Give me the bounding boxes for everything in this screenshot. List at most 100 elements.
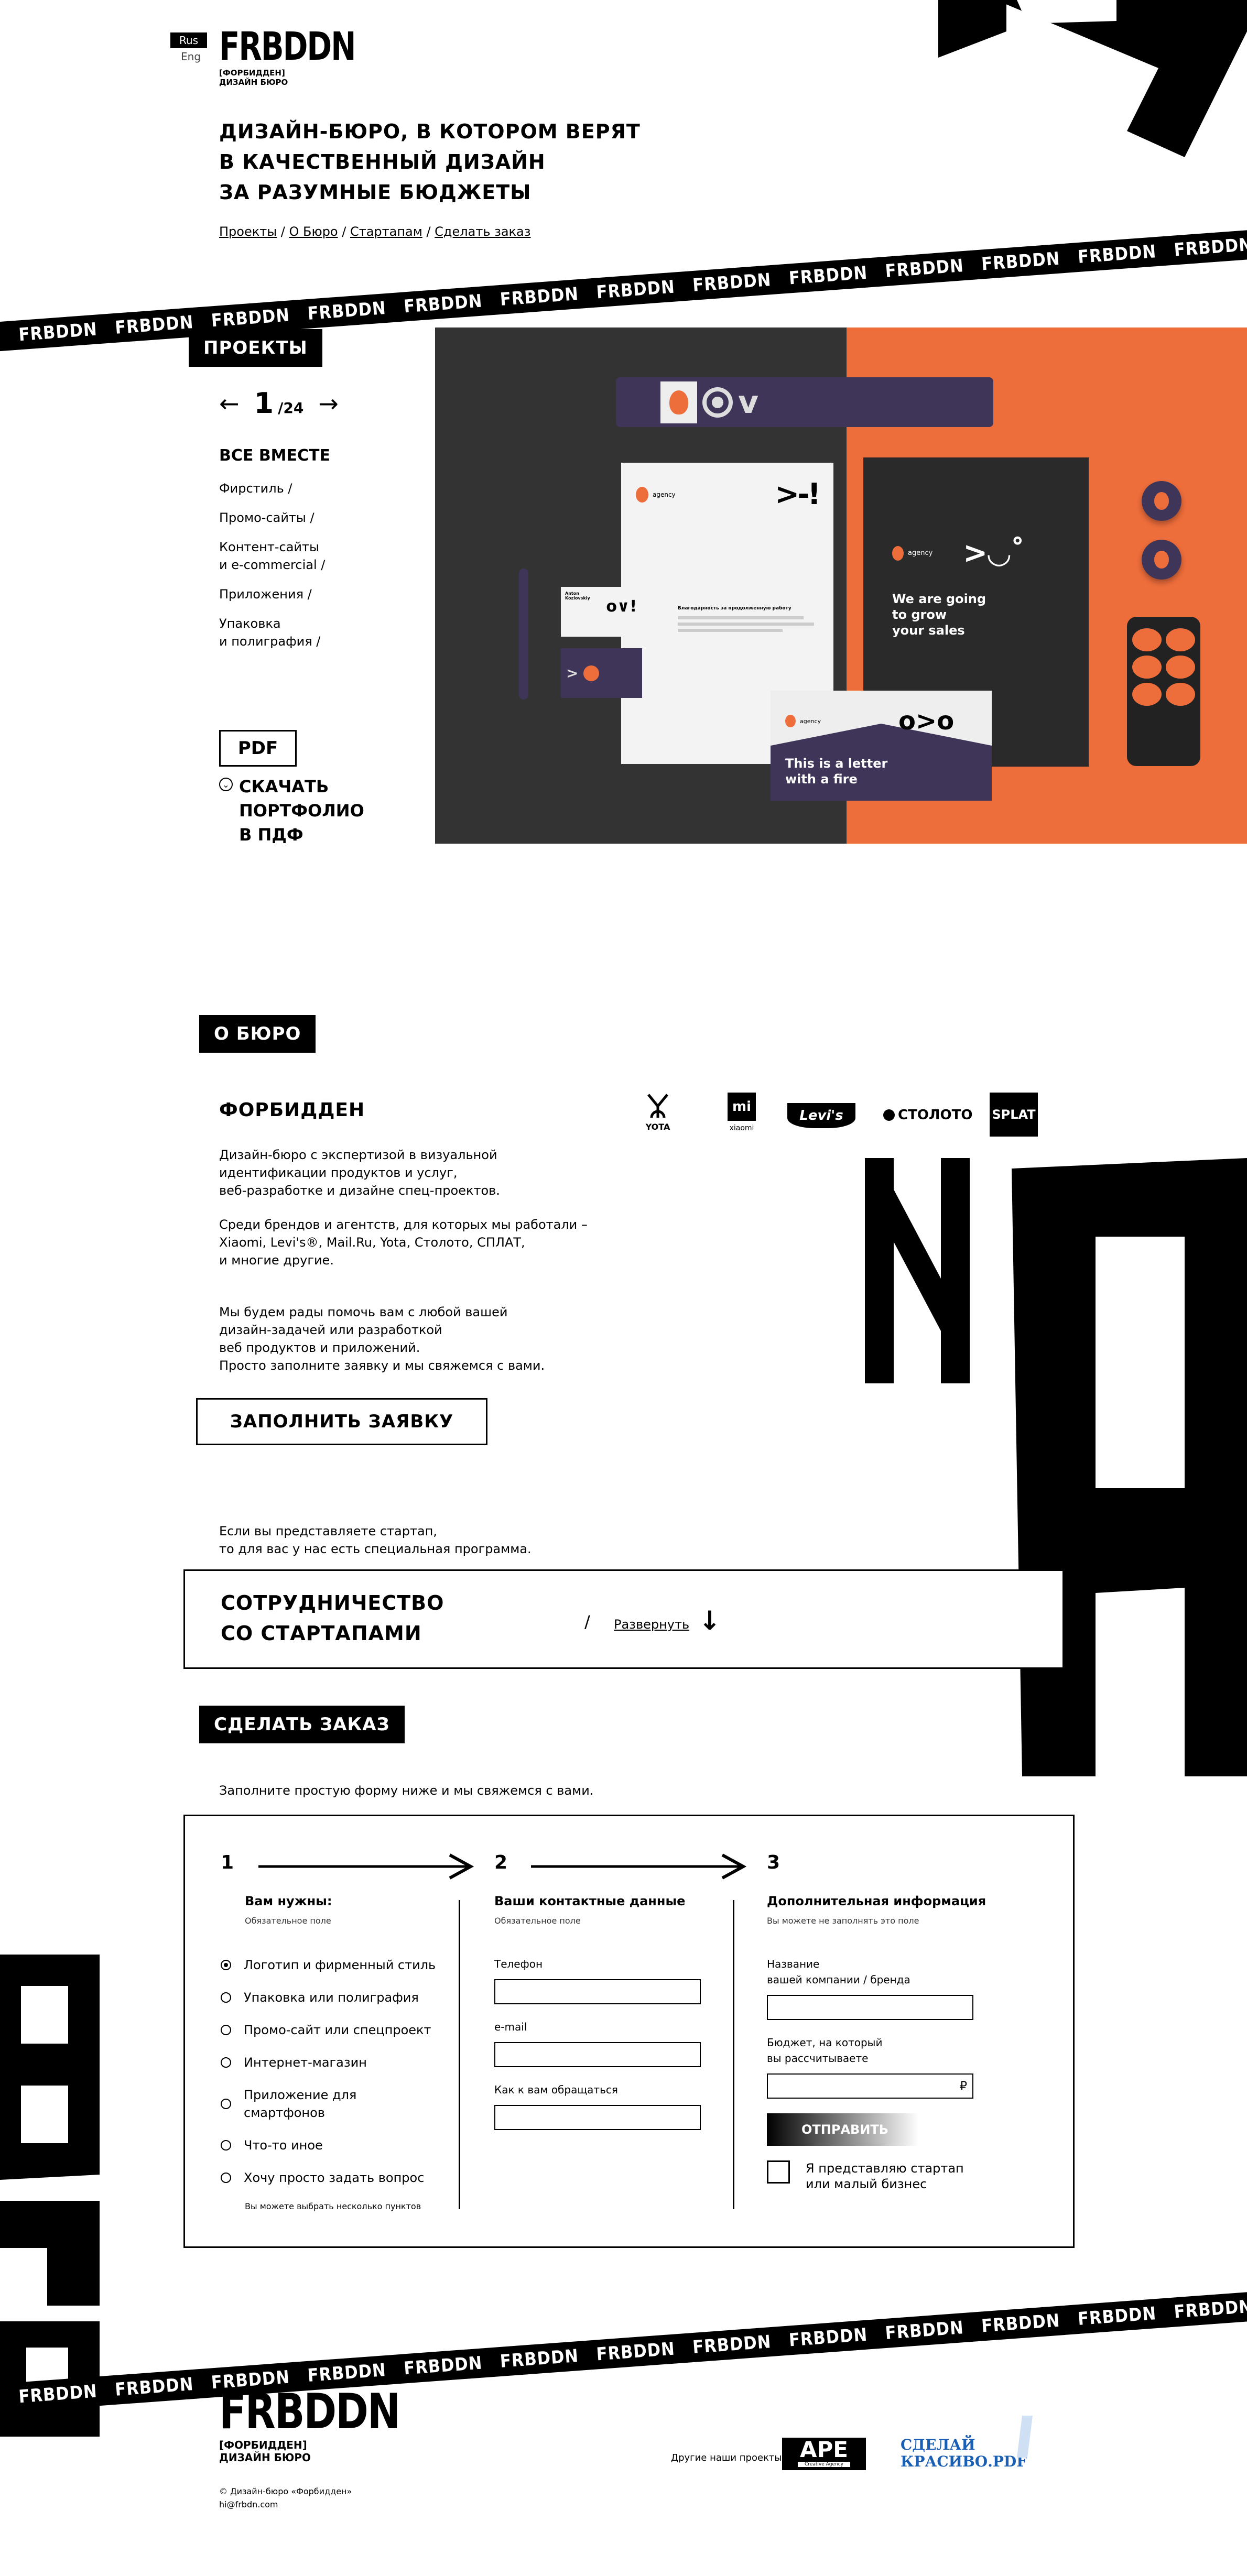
startup-checkbox[interactable] xyxy=(767,2160,790,2184)
budget-input[interactable]: ₽ xyxy=(767,2073,973,2099)
mockup-tube: v xyxy=(616,377,993,427)
mockup-badge-1 xyxy=(1142,481,1181,521)
startup-program-panel[interactable]: СОТРУДНИЧЕСТВО СО СТАРТАПАМИ / Развернут… xyxy=(183,1569,1064,1669)
poster-text: We are going to grow your sales xyxy=(892,592,986,638)
decorative-letter-top-right xyxy=(938,0,1247,157)
headline-line-2: В КАЧЕСТВЕННЫЙ ДИЗАЙН xyxy=(219,150,546,173)
radio[interactable] xyxy=(221,2140,231,2151)
letter-heading: Благодарность за продолженную работу xyxy=(678,606,791,611)
category-content-sites[interactable]: Контент-сайты и e-commercial / xyxy=(219,538,330,574)
project-showcase-image[interactable]: v agency >-! Благодарность за продолженн… xyxy=(435,328,1247,844)
nav-link-projects[interactable]: Проекты xyxy=(219,224,277,239)
option-label: Что-то иное xyxy=(244,2138,323,2153)
nav-link-order[interactable]: Сделать заказ xyxy=(435,224,530,239)
expand-arrow-icon[interactable]: ↓ xyxy=(699,1606,721,1636)
about-title: ФОРБИДДЕН xyxy=(219,1099,365,1121)
download-circle-icon: ⌄ xyxy=(219,778,233,791)
step-2: 2 xyxy=(494,1852,508,1873)
mockup-envelope: agency o>o This is a letter with a fire xyxy=(771,691,992,801)
startup-expand-link[interactable]: Развернуть xyxy=(614,1617,689,1632)
ticker-word: FRBDDN xyxy=(1173,234,1247,261)
footer-email[interactable]: hi@frbdn.com xyxy=(219,2499,278,2509)
ticker-word: FRBDDN xyxy=(307,2360,387,2386)
phone-label: Телефон xyxy=(494,1958,543,1970)
prev-arrow-icon[interactable]: ← xyxy=(219,389,240,418)
phone-input[interactable] xyxy=(494,1979,701,2004)
letter-agency: agency xyxy=(653,490,676,498)
pdf-project-logo[interactable]: СДЕЛАЙ КРАСИВО.PDF xyxy=(901,2437,1027,2470)
company-input[interactable] xyxy=(767,1995,973,2020)
radio[interactable] xyxy=(221,2173,231,2183)
ticker-word: FRBDDN xyxy=(981,248,1061,275)
footer-logo-sub-1: [ФОРБИДДЕН] xyxy=(219,2439,307,2451)
step-3: 3 xyxy=(767,1852,780,1873)
startup-checkbox-label: Я представляю стартап или малый бизнес xyxy=(806,2161,964,2191)
services-hint: Обязательное поле xyxy=(245,1916,331,1926)
contacts-hint: Обязательное поле xyxy=(494,1916,581,1926)
company-label: Название вашей компании / бренда xyxy=(767,1958,910,1986)
option-promo[interactable]: Промо-сайт или спецпроект xyxy=(221,2021,441,2039)
mockup-pen xyxy=(519,569,528,700)
email-input[interactable] xyxy=(494,2042,701,2067)
option-other[interactable]: Что-то иное xyxy=(221,2136,441,2154)
radio[interactable] xyxy=(221,2057,231,2068)
pdf-badge[interactable]: PDF xyxy=(219,730,297,767)
option-label: Логотип и фирменный стиль xyxy=(244,1958,436,1972)
client-logo-splat: SPLAT xyxy=(990,1093,1038,1137)
option-packaging[interactable]: Упаковка или полиграфия xyxy=(221,1989,441,2006)
footer-logo[interactable]: FRBDDN [ФОРБИДДЕН] ДИЗАЙН БЮРО xyxy=(219,2387,400,2464)
project-pager: ← 1 /24 → xyxy=(219,387,339,420)
category-branding[interactable]: Фирстиль / xyxy=(219,479,330,497)
ticker-word: FRBDDN xyxy=(1173,2296,1247,2323)
email-label: e-mail xyxy=(494,2021,527,2033)
category-promo-sites[interactable]: Промо-сайты / xyxy=(219,509,330,527)
category-packaging[interactable]: Упаковка и полиграфия / xyxy=(219,615,330,650)
currency-sign: ₽ xyxy=(960,2080,967,2093)
radio[interactable] xyxy=(221,2099,231,2109)
nav-link-startups[interactable]: Стартапам xyxy=(350,224,422,239)
radio[interactable] xyxy=(221,2025,231,2035)
breadcrumb-nav: Проекты / О Бюро / Стартапам / Сделать з… xyxy=(219,224,531,239)
ticker-word: FRBDDN xyxy=(595,276,676,303)
download-portfolio-link[interactable]: ⌄ СКАЧАТЬ ПОРТФОЛИО В ПДФ xyxy=(219,774,364,847)
mockup-phone xyxy=(1127,617,1200,766)
poster-agency: agency xyxy=(908,549,933,557)
contacts-column: Ваши контактные данные Обязательное поле… xyxy=(494,1894,714,2145)
option-shop[interactable]: Интернет-магазин xyxy=(221,2054,441,2071)
footer-copyright: © Дизайн-бюро «Форбидден» xyxy=(219,2486,352,2496)
budget-label: Бюджет, на который вы рассчитываете xyxy=(767,2036,883,2065)
logo-sub-2: ДИЗАЙН БЮРО xyxy=(219,78,288,87)
option-logo[interactable]: Логотип и фирменный стиль xyxy=(221,1956,441,1974)
ape-logo-text: APE xyxy=(800,2437,848,2462)
hero-headline: ДИЗАЙН-БЮРО, В КОТОРОМ ВЕРЯТ В КАЧЕСТВЕН… xyxy=(219,116,641,208)
ticker-word: FRBDDN xyxy=(0,325,2,353)
footer-logo-sub-2: ДИЗАЙН БЮРО xyxy=(219,2451,311,2464)
fill-request-button[interactable]: ЗАПОЛНИТЬ ЗАЯВКУ xyxy=(196,1398,487,1445)
nav-sep: / xyxy=(338,224,350,239)
startup-intro: Если вы представляете стартап, то для ва… xyxy=(219,1524,532,1556)
logo-wordmark: FRBDDN xyxy=(219,25,356,70)
lang-switch-ru[interactable]: Rus xyxy=(170,32,207,48)
lang-switch-en[interactable]: Eng xyxy=(181,50,201,63)
submit-button[interactable]: ОТПРАВИТЬ xyxy=(767,2113,919,2146)
startup-slash: / xyxy=(584,1612,590,1632)
ape-project-logo[interactable]: APE Creative Agency xyxy=(782,2438,866,2470)
radio-selected[interactable] xyxy=(221,1960,231,1970)
option-question[interactable]: Хочу просто задать вопрос xyxy=(221,2169,441,2187)
name-input[interactable] xyxy=(494,2105,701,2130)
services-title: Вам нужны: xyxy=(245,1894,332,1908)
radio[interactable] xyxy=(221,1992,231,2003)
form-divider xyxy=(733,1900,734,2209)
startup-title: СОТРУДНИЧЕСТВО СО СТАРТАПАМИ xyxy=(221,1591,444,1645)
other-projects-label: Другие наши проекты: xyxy=(671,2452,785,2463)
next-arrow-icon[interactable]: → xyxy=(318,389,339,418)
ticker-word: FRBDDN xyxy=(692,269,772,296)
header-logo[interactable]: FRBDDN [ФОРБИДДЕН] ДИЗАЙН БЮРО xyxy=(219,25,356,87)
nav-link-about[interactable]: О Бюро xyxy=(289,224,338,239)
category-apps[interactable]: Приложения / xyxy=(219,585,330,603)
option-app[interactable]: Приложение для смартфонов xyxy=(221,2086,441,2122)
ticker-word: FRBDDN xyxy=(1077,2303,1157,2330)
option-label: Приложение для смартфонов xyxy=(244,2088,357,2120)
name-label: Как к вам обращаться xyxy=(494,2083,618,2096)
nav-sep: / xyxy=(277,224,289,239)
